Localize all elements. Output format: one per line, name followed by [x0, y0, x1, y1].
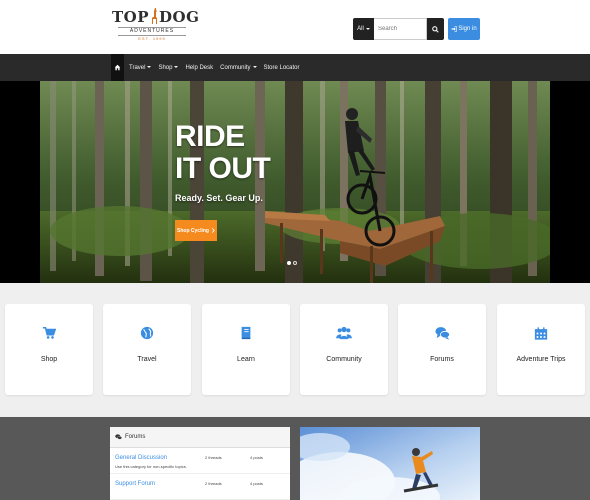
hero-title-line-1: RIDE: [175, 120, 245, 153]
logo-word-dog: DOG: [159, 8, 200, 26]
carousel-dot-1[interactable]: [287, 261, 291, 265]
card-label: Forums: [430, 356, 454, 363]
hero-carousel: RIDE IT OUT Ready. Set. Gear Up. Shop Cy…: [0, 81, 590, 283]
forum-link-support-forum[interactable]: Support Forum: [115, 481, 155, 487]
nav-item-travel[interactable]: Travel: [129, 64, 152, 71]
comments-icon: [434, 327, 450, 340]
forum-description: Use this category for non-specific topic…: [115, 464, 187, 469]
search-scope-dropdown[interactable]: All: [353, 18, 374, 40]
forums-header: Forums: [110, 427, 290, 448]
search-group: All: [353, 18, 444, 40]
card-learn[interactable]: Learn: [202, 304, 290, 395]
globe-icon: [140, 326, 154, 340]
nav-item-store-locator[interactable]: Store Locator: [264, 65, 300, 71]
shop-cycling-label: Shop Cycling: [177, 227, 209, 234]
forum-row: General Discussion Use this category for…: [110, 448, 290, 474]
hero-title-line-2: IT OUT: [175, 152, 271, 185]
forum-thread-count: 2 threads: [205, 481, 222, 486]
logo-wordmark: TOP DOG: [112, 8, 199, 26]
nav-item-help-desk[interactable]: Help Desk: [185, 65, 213, 71]
carousel-indicators: [287, 261, 297, 265]
site-header: TOP DOG ADVENTURES EST. 1999 All Sign in: [0, 0, 590, 54]
search-button[interactable]: [427, 18, 444, 40]
nav-item-community[interactable]: Community: [220, 64, 257, 71]
card-label: Community: [326, 356, 362, 363]
chevron-down-icon: [174, 65, 179, 68]
nav-item-label: Store Locator: [263, 64, 300, 71]
forums-panel: Forums General Discussion Use this categ…: [110, 427, 290, 500]
forum-post-count: 4 posts: [250, 481, 263, 486]
carousel-dot-2[interactable]: [293, 261, 297, 265]
forum-link-general-discussion[interactable]: General Discussion: [115, 455, 167, 461]
calendar-icon: [534, 327, 548, 340]
nav-item-label: Shop: [158, 64, 173, 71]
book-icon: [241, 326, 251, 340]
hero-title: RIDE IT OUT: [175, 120, 271, 185]
search-scope-label: All: [357, 26, 364, 32]
category-cards: Shop Travel Learn Community Forums Adven…: [0, 283, 590, 417]
chevron-right-icon: [211, 228, 215, 233]
forum-row: Support Forum 2 threads 4 posts: [110, 474, 290, 500]
forums-title: Forums: [125, 434, 146, 440]
hero-subtitle: Ready. Set. Gear Up.: [175, 193, 263, 203]
users-icon: [336, 326, 352, 340]
logo-tagline: ADVENTURES: [118, 27, 186, 36]
card-travel[interactable]: Travel: [103, 304, 191, 395]
nav-item-shop[interactable]: Shop: [158, 64, 179, 71]
card-label: Shop: [40, 356, 58, 363]
main-navbar: Travel Shop Help Desk Community Store Lo…: [0, 54, 590, 81]
nav-item-label: Travel: [129, 64, 146, 71]
card-label: Learn: [237, 356, 255, 363]
nav-item-label: Community: [220, 64, 251, 71]
card-label: Travel: [137, 356, 157, 363]
sign-in-button[interactable]: Sign in: [448, 18, 480, 40]
sign-in-icon: [451, 26, 458, 32]
card-shop[interactable]: Shop: [5, 304, 93, 395]
forum-post-count: 4 posts: [250, 455, 263, 460]
nav-item-label: Help Desk: [185, 64, 214, 71]
snowboard-promo-image[interactable]: [300, 427, 480, 500]
logo-word-top: TOP: [112, 8, 150, 26]
card-label: Adventure Trips: [516, 356, 566, 363]
card-forums[interactable]: Forums: [398, 304, 486, 395]
chevron-down-icon: [365, 28, 370, 30]
forum-thread-count: 2 threads: [205, 455, 222, 460]
home-icon: [114, 64, 121, 71]
shop-cycling-button[interactable]: Shop Cycling: [175, 220, 217, 241]
card-community[interactable]: Community: [300, 304, 388, 395]
nav-home[interactable]: [111, 54, 124, 81]
chevron-down-icon: [147, 65, 152, 68]
hero-forest-image: [40, 81, 550, 283]
site-logo[interactable]: TOP DOG ADVENTURES EST. 1999: [112, 8, 199, 48]
sign-in-label: Sign in: [458, 26, 477, 32]
cart-icon: [42, 326, 56, 339]
logo-established: EST. 1999: [138, 36, 166, 41]
comments-icon: [115, 434, 122, 440]
search-icon: [432, 25, 439, 33]
card-adventure-trips[interactable]: Adventure Trips: [497, 304, 585, 395]
giraffe-icon: [152, 8, 158, 24]
search-input[interactable]: [374, 18, 427, 40]
bottom-section: Forums General Discussion Use this categ…: [0, 417, 590, 500]
chevron-down-icon: [252, 65, 257, 68]
